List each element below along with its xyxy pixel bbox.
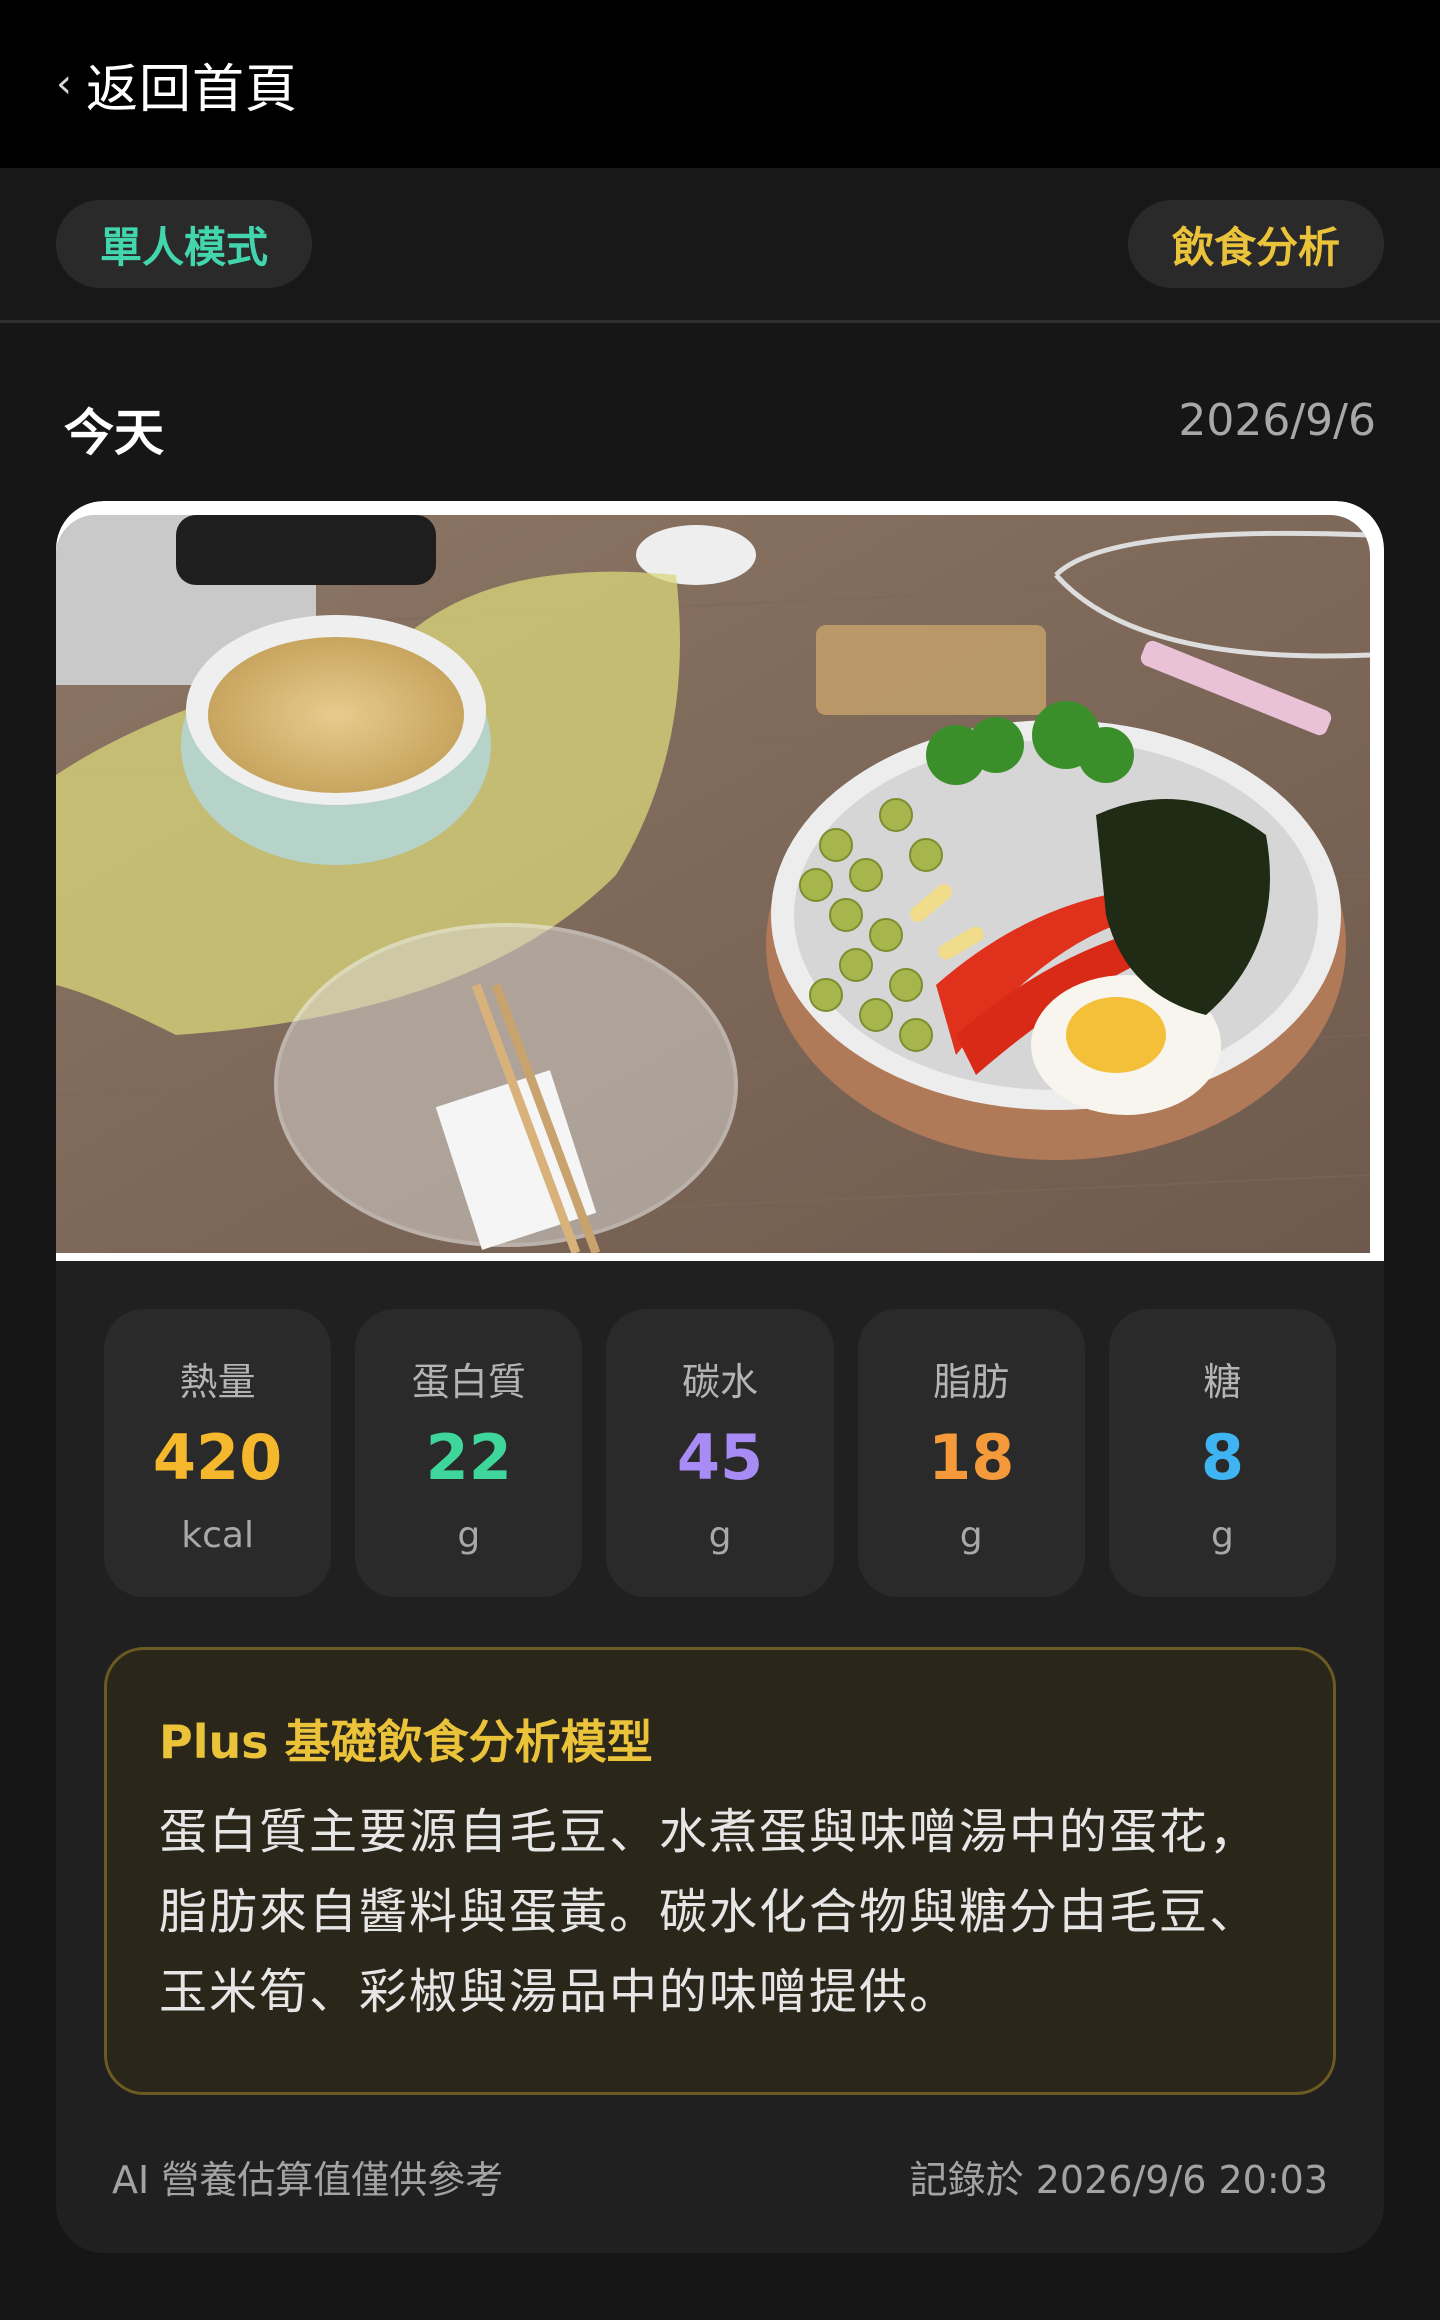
photo-frame: [56, 501, 1384, 1261]
chevron-left-icon: ‹: [56, 61, 72, 107]
stat-value: 22: [425, 1421, 512, 1494]
meal-card: 熱量 420 kcal 蛋白質 22 g 碳水 45 g 脂肪 18 g 糖 8: [56, 501, 1384, 2253]
nutrition-stats: 熱量 420 kcal 蛋白質 22 g 碳水 45 g 脂肪 18 g 糖 8: [104, 1309, 1337, 1597]
recorded-time: 記錄於 2026/9/6 20:03: [909, 2158, 1328, 2202]
diet-analysis-button[interactable]: 飲食分析: [1128, 200, 1384, 288]
content-area: 今天 2026/9/6 熱量 420 kcal 蛋白質 22 g 碳水 45 g…: [0, 323, 1440, 2320]
stat-unit: g: [959, 1515, 983, 1556]
single-mode-button[interactable]: 單人模式: [56, 200, 312, 288]
stat-protein: 蛋白質 22 g: [355, 1309, 583, 1597]
stat-label: 脂肪: [933, 1360, 1010, 1404]
stat-value: 8: [1200, 1421, 1244, 1494]
stat-label: 熱量: [179, 1360, 256, 1404]
meal-photo-illustration: [56, 515, 1370, 1253]
back-button[interactable]: ‹ 返回首頁: [56, 48, 298, 120]
analysis-text: 蛋白質主要源自毛豆、水煮蛋與味噌湯中的蛋花，脂肪來自醬料與蛋黃。碳水化合物與糖分…: [159, 1804, 1260, 2020]
stat-unit: g: [457, 1515, 481, 1556]
meal-photo[interactable]: [56, 515, 1370, 1253]
stat-value: 45: [676, 1421, 764, 1494]
top-bar: ‹ 返回首頁: [0, 0, 1440, 168]
ai-disclaimer: AI 營養估算值僅供參考: [112, 2158, 504, 2202]
day-date: 2026/9/6: [1178, 395, 1376, 446]
stat-carbs: 碳水 45 g: [606, 1309, 834, 1597]
stat-label: 碳水: [682, 1360, 759, 1404]
stat-value: 420: [152, 1421, 283, 1494]
stat-label: 糖: [1203, 1360, 1242, 1404]
mode-bar: 單人模式 飲食分析: [0, 168, 1440, 323]
day-title: 今天: [64, 404, 164, 462]
stat-sugar: 糖 8 g: [1108, 1309, 1337, 1597]
stat-unit: g: [708, 1515, 732, 1556]
stat-value: 18: [928, 1421, 1015, 1494]
stat-unit: g: [1210, 1515, 1234, 1556]
stat-label: 蛋白質: [411, 1360, 526, 1404]
back-label: 返回首頁: [86, 59, 299, 120]
stat-unit: kcal: [181, 1515, 254, 1556]
stat-fat: 脂肪 18 g: [857, 1309, 1085, 1597]
analysis-title: Plus 基礎飲食分析模型: [159, 1715, 653, 1769]
analysis-box: Plus 基礎飲食分析模型 蛋白質主要源自毛豆、水煮蛋與味噌湯中的蛋花，脂肪來自…: [104, 1647, 1336, 2095]
stat-calories: 熱量 420 kcal: [104, 1309, 332, 1597]
